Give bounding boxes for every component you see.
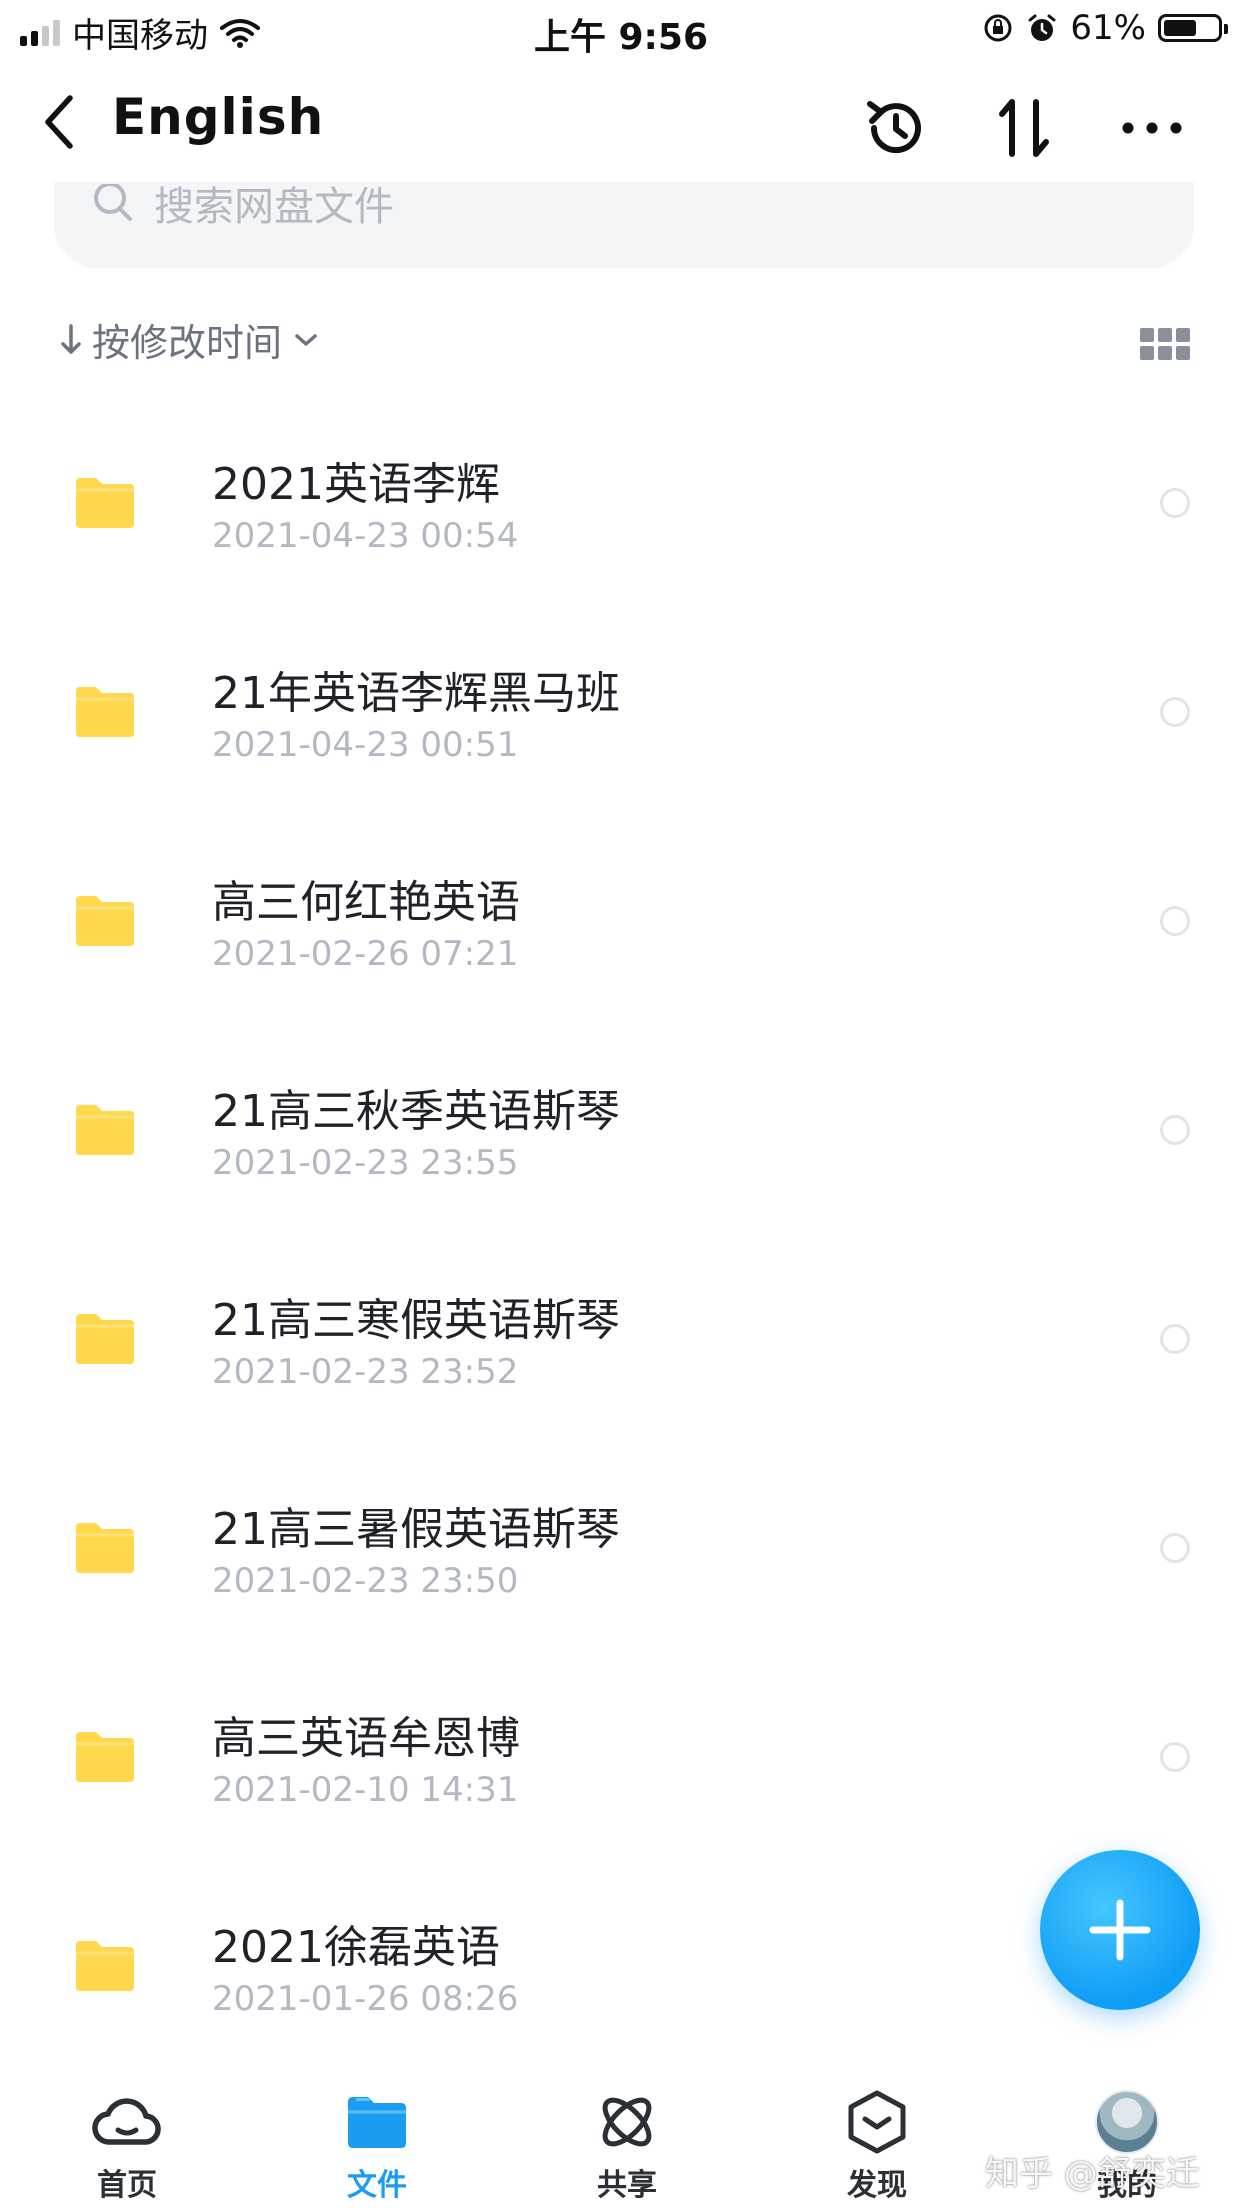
avatar-container xyxy=(1091,2090,1163,2154)
file-date: 2021-02-23 23:50 xyxy=(212,1561,519,1601)
battery-icon xyxy=(1158,14,1228,42)
list-item[interactable]: 高三英语牟恩博 2021-02-10 14:31 xyxy=(0,1654,1242,1863)
sort-row: 按修改时间 xyxy=(0,300,1242,380)
chevron-down-icon xyxy=(295,333,317,346)
tab-home[interactable]: 首页 xyxy=(27,2068,227,2208)
folder-icon xyxy=(76,1105,134,1155)
list-item[interactable]: 21高三秋季英语斯琴 2021-02-23 23:55 xyxy=(0,1027,1242,1236)
history-button[interactable] xyxy=(856,88,936,168)
tab-label: 共享 xyxy=(597,2168,657,2203)
select-checkbox[interactable] xyxy=(1160,697,1190,727)
list-item[interactable]: 21高三寒假英语斯琴 2021-02-23 23:52 xyxy=(0,1236,1242,1445)
file-name: 2021英语李辉 xyxy=(212,459,500,510)
folder-icon xyxy=(76,1523,134,1573)
folder-icon xyxy=(76,1732,134,1782)
select-checkbox[interactable] xyxy=(1160,488,1190,518)
file-name: 21年英语李辉黑马班 xyxy=(212,668,620,719)
battery-level xyxy=(1164,20,1196,36)
avatar xyxy=(1095,2090,1159,2154)
file-date: 2021-04-23 00:54 xyxy=(212,516,519,556)
folder-icon xyxy=(76,896,134,946)
list-item[interactable]: 高三何红艳英语 2021-02-26 07:21 xyxy=(0,818,1242,1027)
folder-icon xyxy=(76,1941,134,1991)
orientation-lock-icon xyxy=(984,14,1012,42)
alarm-icon xyxy=(1028,14,1056,41)
file-date: 2021-04-23 00:51 xyxy=(212,725,519,765)
share-orbit-icon xyxy=(591,2090,663,2154)
file-name: 21高三寒假英语斯琴 xyxy=(212,1295,620,1346)
history-icon xyxy=(867,101,921,154)
tab-share[interactable]: 共享 xyxy=(527,2068,727,2208)
select-checkbox[interactable] xyxy=(1160,1533,1190,1563)
tab-files[interactable]: 文件 xyxy=(277,2068,477,2208)
select-checkbox[interactable] xyxy=(1160,1324,1190,1354)
header: English xyxy=(0,70,1242,180)
sort-button[interactable] xyxy=(984,88,1064,168)
cloud-icon xyxy=(91,2090,163,2154)
arrow-down-icon xyxy=(61,323,81,354)
select-checkbox[interactable] xyxy=(1160,1742,1190,1772)
file-date: 2021-02-23 23:52 xyxy=(212,1352,519,1392)
file-name: 21高三暑假英语斯琴 xyxy=(212,1504,620,1555)
grid-view-icon[interactable] xyxy=(1140,328,1190,360)
sort-icon xyxy=(999,99,1049,157)
select-checkbox[interactable] xyxy=(1160,1115,1190,1145)
folder-icon xyxy=(341,2090,413,2154)
file-name: 21高三秋季英语斯琴 xyxy=(212,1086,620,1137)
plus-icon xyxy=(1089,1899,1151,1961)
file-date: 2021-02-10 14:31 xyxy=(212,1770,519,1810)
page-title: English xyxy=(112,88,325,146)
more-icon xyxy=(1122,122,1182,134)
list-item[interactable]: 21高三暑假英语斯琴 2021-02-23 23:50 xyxy=(0,1445,1242,1654)
select-checkbox[interactable] xyxy=(1160,906,1190,936)
sort-dropdown[interactable]: 按修改时间 xyxy=(60,312,320,367)
folder-icon xyxy=(76,1314,134,1364)
tab-label: 文件 xyxy=(347,2168,407,2203)
sort-label: 按修改时间 xyxy=(92,321,283,365)
folder-icon xyxy=(76,478,134,528)
status-bar: 中国移动 上午 9:56 61% xyxy=(0,0,1242,64)
tab-label: 发现 xyxy=(847,2168,907,2203)
watermark: 知乎 @舒奕迁 xyxy=(985,2154,1200,2194)
file-name: 高三英语牟恩博 xyxy=(212,1713,520,1764)
back-icon[interactable] xyxy=(40,92,80,152)
discover-icon xyxy=(841,2090,913,2154)
more-button[interactable] xyxy=(1112,88,1192,168)
battery-percent: 61% xyxy=(1070,8,1146,48)
tab-label: 首页 xyxy=(97,2168,157,2203)
folder-icon xyxy=(76,687,134,737)
file-date: 2021-02-26 07:21 xyxy=(212,934,519,974)
file-list: 2021英语李辉 2021-04-23 00:54 21年英语李辉黑马班 202… xyxy=(0,400,1242,2072)
list-item[interactable]: 21年英语李辉黑马班 2021-04-23 00:51 xyxy=(0,609,1242,818)
list-item[interactable]: 2021英语李辉 2021-04-23 00:54 xyxy=(0,400,1242,609)
screen: 中国移动 上午 9:56 61% English 搜索网盘文件 按修改时间 20… xyxy=(0,0,1242,2208)
file-name: 高三何红艳英语 xyxy=(212,877,520,928)
add-button[interactable] xyxy=(1040,1850,1200,2010)
file-name: 2021徐磊英语 xyxy=(212,1922,500,1973)
file-date: 2021-01-26 08:26 xyxy=(212,1979,519,2019)
status-right: 61% xyxy=(982,8,1228,48)
file-date: 2021-02-23 23:55 xyxy=(212,1143,519,1183)
search-icon xyxy=(94,184,132,221)
search-bar[interactable] xyxy=(54,182,1194,268)
tab-discover[interactable]: 发现 xyxy=(777,2068,977,2208)
search-input[interactable] xyxy=(152,182,1056,238)
